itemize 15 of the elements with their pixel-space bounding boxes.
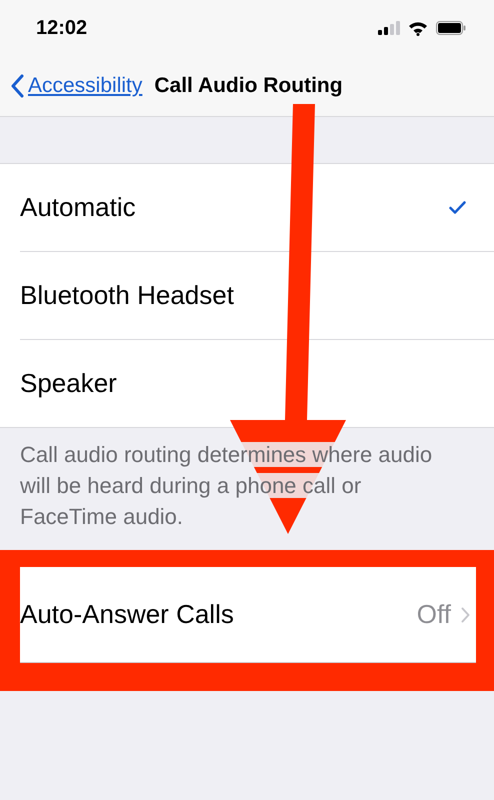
auto-answer-value: Off xyxy=(416,599,451,630)
page-title: Call Audio Routing xyxy=(154,74,343,98)
status-time: 12:02 xyxy=(36,16,88,40)
option-label: Speaker xyxy=(20,368,117,399)
auto-answer-label: Auto-Answer Calls xyxy=(20,599,234,630)
chevron-left-icon xyxy=(10,74,24,98)
auto-answer-row[interactable]: Auto-Answer Calls Off xyxy=(20,567,476,663)
option-label: Bluetooth Headset xyxy=(20,280,234,311)
option-row[interactable]: Speaker xyxy=(20,340,494,427)
option-label: Automatic xyxy=(20,192,136,223)
signal-icon xyxy=(378,21,400,35)
back-link[interactable]: Accessibility xyxy=(10,74,142,98)
chevron-right-icon xyxy=(461,606,470,622)
battery-icon xyxy=(436,21,466,35)
wifi-icon xyxy=(408,20,428,36)
